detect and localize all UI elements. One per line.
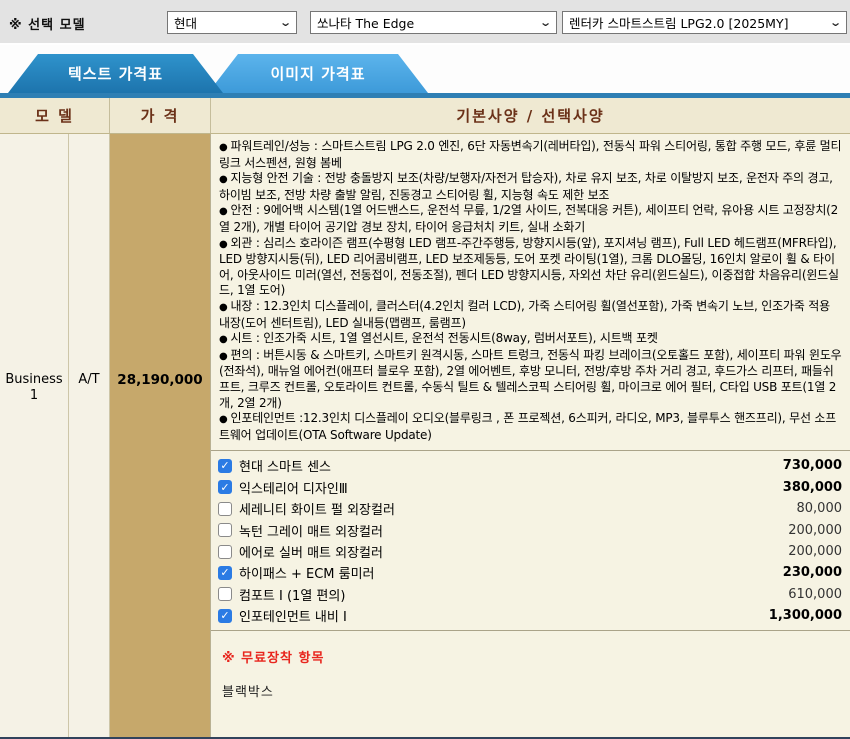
option-label: 익스테리어 디자인Ⅲ <box>239 478 348 497</box>
model-select-bar: ※ 선택 모델 현대 ⌄ 쏘나타 The Edge ⌄ 렌터카 스마트스트림 L… <box>0 0 850 45</box>
option-checkbox[interactable]: ✓ <box>218 566 232 580</box>
option-row: ✓ 현대 스마트 센스 730,000 <box>218 455 842 476</box>
tab-text-price[interactable]: 텍스트 가격표 <box>8 54 223 93</box>
chevron-down-icon: ⌄ <box>279 16 292 29</box>
option-checkbox[interactable] <box>218 523 232 537</box>
option-price: 1,300,000 <box>769 608 842 623</box>
model-select[interactable]: 쏘나타 The Edge ⌄ <box>310 11 557 34</box>
spec-line: ●파워트레인/성능 : 스마트스트림 LPG 2.0 엔진, 6단 자동변속기(… <box>219 139 842 171</box>
tab-image-price[interactable]: 이미지 가격표 <box>208 54 428 93</box>
option-price: 610,000 <box>788 587 842 602</box>
bullet-icon: ● <box>219 142 228 153</box>
option-price: 380,000 <box>783 480 842 495</box>
option-row: ✓ 하이패스 + ECM 룸미러 230,000 <box>218 562 842 583</box>
price-cell: 28,190,000 <box>110 134 211 737</box>
trim-row: Business 1 A/T 28,190,000 ●파워트레인/성능 : 스마… <box>0 134 850 739</box>
option-price: 230,000 <box>783 565 842 580</box>
trim-price: 28,190,000 <box>110 372 210 388</box>
transmission-cell: A/T <box>69 134 110 737</box>
spec-line: ●인포테인먼트 :12.3인치 디스플레이 오디오(블루링크 , 폰 프로젝션,… <box>219 411 842 443</box>
option-row: 세레니티 화이트 펄 외장컬러 80,000 <box>218 498 842 519</box>
option-label: 하이패스 + ECM 룸미러 <box>239 563 375 582</box>
option-row: ✓ 인포테인먼트 내비 I 1,300,000 <box>218 605 842 626</box>
option-list: ✓ 현대 스마트 센스 730,000 ✓ 익스테리어 디자인Ⅲ 380,000 세레니티 … <box>211 450 850 630</box>
spec-line: ●편의 : 버튼시동 & 스마트키, 스마트키 원격시동, 스마트 트렁크, 전… <box>219 348 842 411</box>
free-item: 블랙박스 <box>222 681 842 700</box>
option-row: 컴포트 I (1열 편의) 610,000 <box>218 584 842 605</box>
spec-line: ●외관 : 심리스 호라이즌 램프(수평형 LED 램프-주간주행등, 방향지시… <box>219 236 842 299</box>
option-price: 200,000 <box>788 523 842 538</box>
spec-line: ●지능형 안전 기술 : 전방 충돌방지 보조(차량/보행자/자전거 탑승자),… <box>219 171 842 203</box>
option-label: 현대 스마트 센스 <box>239 456 331 475</box>
bullet-icon: ● <box>219 334 228 345</box>
maker-select-value: 현대 <box>174 13 197 32</box>
option-row: 녹턴 그레이 매트 외장컬러 200,000 <box>218 519 842 540</box>
option-label: 에어로 실버 매트 외장컬러 <box>239 542 383 561</box>
chevron-down-icon: ⌄ <box>829 16 842 29</box>
option-checkbox[interactable]: ✓ <box>218 480 232 494</box>
transmission: A/T <box>69 372 109 388</box>
price-table-tabs: 텍스트 가격표 이미지 가격표 <box>0 45 850 93</box>
maker-select[interactable]: 현대 ⌄ <box>167 11 297 34</box>
spec-option-cell: ●파워트레인/성능 : 스마트스트림 LPG 2.0 엔진, 6단 자동변속기(… <box>211 134 850 737</box>
spec-line: ●안전 : 9에어백 시스템(1열 어드밴스드, 운전석 무릎, 1/2열 사이… <box>219 203 842 235</box>
bullet-icon: ● <box>219 239 228 250</box>
bullet-icon: ● <box>219 206 228 217</box>
bullet-icon: ● <box>219 351 228 362</box>
option-row: 에어로 실버 매트 외장컬러 200,000 <box>218 541 842 562</box>
option-price: 730,000 <box>783 458 842 473</box>
option-price: 200,000 <box>788 544 842 559</box>
option-checkbox[interactable] <box>218 502 232 516</box>
header-spec: 기본사양 / 선택사양 <box>211 98 850 133</box>
option-checkbox[interactable]: ✓ <box>218 609 232 623</box>
trim-select-value: 렌터카 스마트스트림 LPG2.0 [2025MY] <box>569 13 788 32</box>
model-name: Business 1 <box>0 372 68 404</box>
model-select-value: 쏘나타 The Edge <box>317 13 414 32</box>
select-model-label: ※ 선택 모델 <box>9 14 86 33</box>
bullet-icon: ● <box>219 174 228 185</box>
option-label: 세레니티 화이트 펄 외장컬러 <box>239 499 395 518</box>
header-price: 가 격 <box>110 98 211 133</box>
option-row: ✓ 익스테리어 디자인Ⅲ 380,000 <box>218 477 842 498</box>
spec-line: ●내장 : 12.3인치 디스플레이, 클러스터(4.2인치 컬러 LCD), … <box>219 299 842 331</box>
bullet-icon: ● <box>219 302 228 313</box>
option-price: 80,000 <box>797 501 843 516</box>
free-items-section: ※ 무료장착 항목 블랙박스 <box>211 630 850 700</box>
option-checkbox[interactable] <box>218 545 232 559</box>
header-model: 모 델 <box>0 98 110 133</box>
option-label: 컴포트 I (1열 편의) <box>239 585 345 604</box>
option-label: 녹턴 그레이 매트 외장컬러 <box>239 521 383 540</box>
table-header: 모 델 가 격 기본사양 / 선택사양 <box>0 98 850 134</box>
option-checkbox[interactable]: ✓ <box>218 459 232 473</box>
option-label: 인포테인먼트 내비 I <box>239 606 347 625</box>
option-checkbox[interactable] <box>218 587 232 601</box>
spec-list: ●파워트레인/성능 : 스마트스트림 LPG 2.0 엔진, 6단 자동변속기(… <box>211 134 850 450</box>
free-item-list: 블랙박스 <box>222 681 842 700</box>
bullet-icon: ● <box>219 414 228 425</box>
chevron-down-icon: ⌄ <box>539 16 552 29</box>
free-items-title: ※ 무료장착 항목 <box>222 647 842 666</box>
spec-line: ●시트 : 인조가죽 시트, 1열 열선시트, 운전석 전동시트(8way, 럼… <box>219 331 842 348</box>
model-name-cell: Business 1 <box>0 134 69 737</box>
trim-select[interactable]: 렌터카 스마트스트림 LPG2.0 [2025MY] ⌄ <box>562 11 847 34</box>
